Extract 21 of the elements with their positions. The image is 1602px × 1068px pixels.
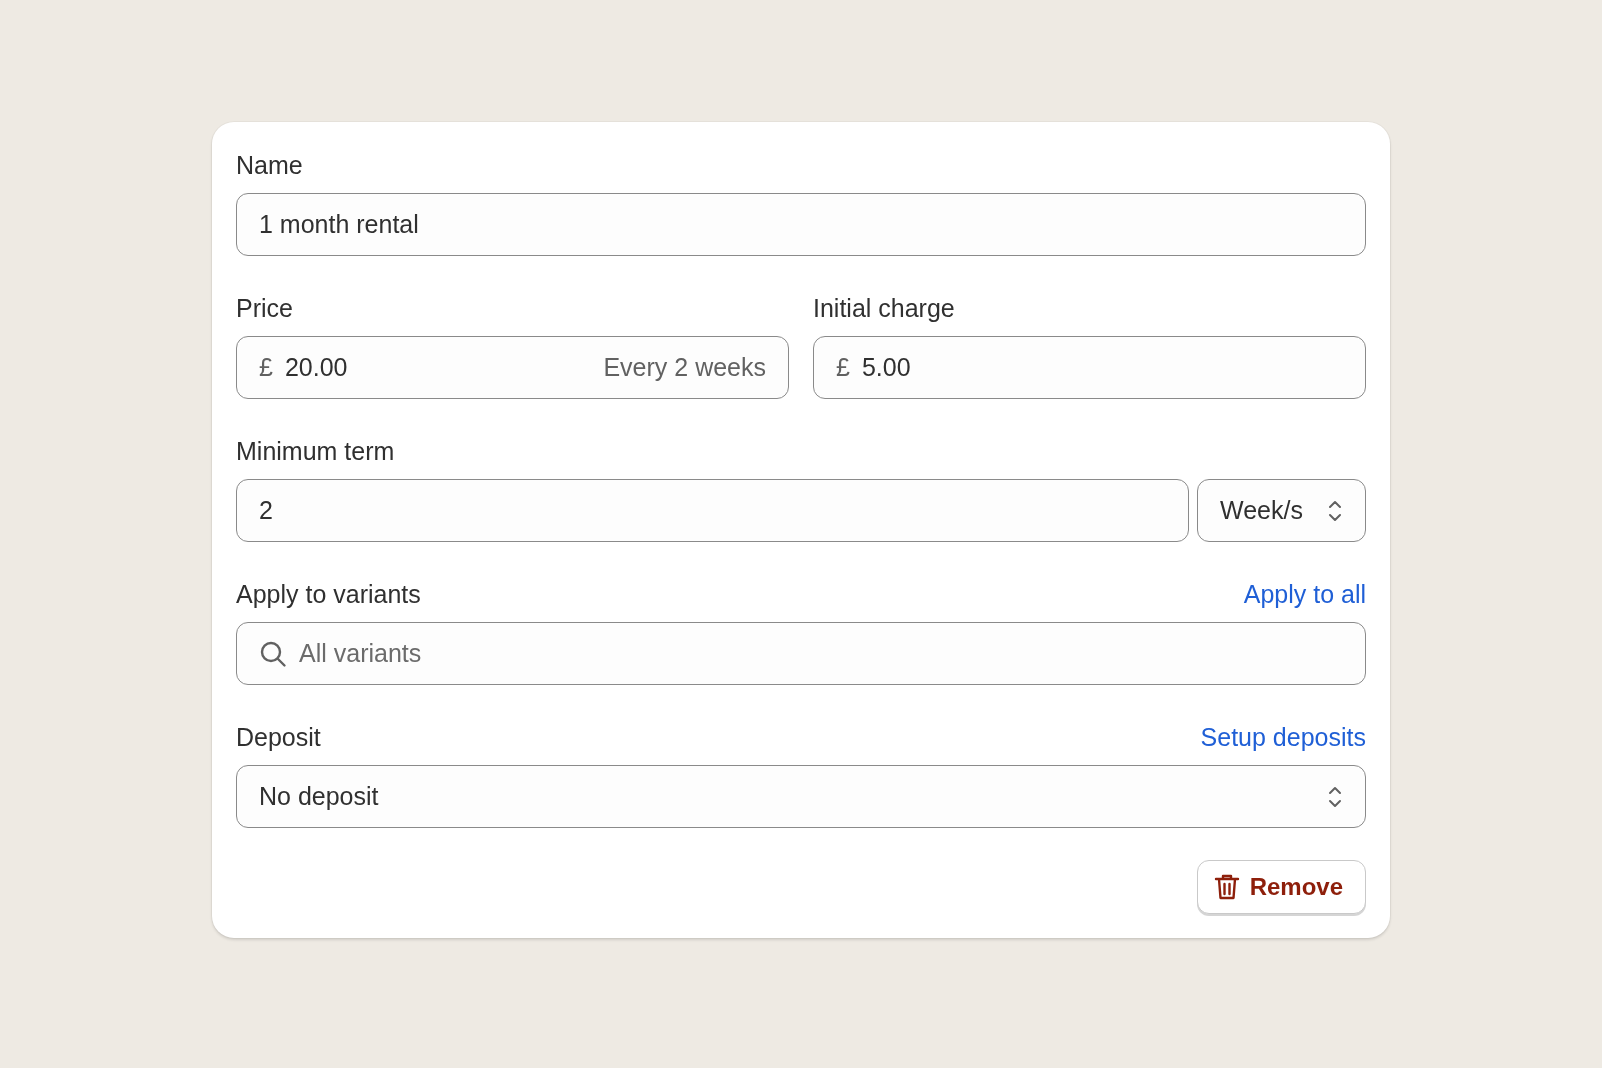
link[interactable]: Apply to all [1243,579,1366,609]
currency-symbol: £ [836,351,850,383]
currency-field[interactable]: £ 5.00 [813,336,1366,399]
field-label: Price [236,293,293,323]
field-label: Minimum term [236,436,395,466]
field-label: Initial charge [813,293,955,323]
unit-select[interactable]: Week/s [1197,479,1366,542]
field-label: Name [236,150,303,180]
deposit-select[interactable]: No deposit [236,765,1366,828]
text-field[interactable]: 1 month rental [236,193,1366,256]
remove-button[interactable]: Remove [1196,860,1366,914]
number-field[interactable]: 2 [236,479,1189,542]
field-label: Apply to variants [236,579,421,609]
trash-icon [1213,873,1240,901]
currency-field[interactable]: £ 20.00 Every 2 weeks [236,336,789,399]
search-icon [259,639,287,668]
link[interactable]: Setup deposits [1200,722,1366,752]
field-label: Deposit [236,722,321,752]
search-field[interactable]: All variants [236,622,1366,685]
interval-text: Every 2 weeks [603,351,766,383]
currency-symbol: £ [259,351,273,383]
